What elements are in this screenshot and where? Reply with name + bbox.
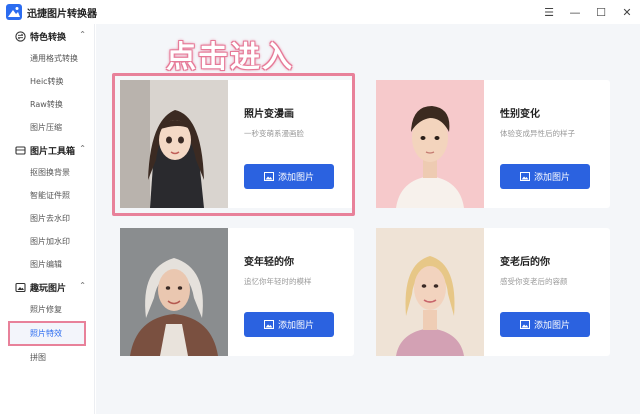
older-woman-portrait-image bbox=[120, 228, 228, 356]
image-icon bbox=[263, 320, 274, 329]
male-portrait-image bbox=[376, 80, 484, 208]
image-icon bbox=[14, 281, 26, 293]
add-image-button[interactable]: 添加图片 bbox=[244, 312, 334, 337]
card-gender[interactable]: 性别变化 体验变成异性后的样子 添加图片 bbox=[376, 80, 610, 208]
add-image-label: 添加图片 bbox=[533, 173, 570, 183]
annotation-hint: 点击进入 bbox=[166, 40, 294, 75]
card-older[interactable]: 变老后的你 感受你变老后的容颜 添加图片 bbox=[376, 228, 610, 356]
card-title: 变年轻的你 bbox=[244, 257, 294, 268]
sidebar-item-collage[interactable]: 拼图 bbox=[0, 346, 94, 369]
main-content: 点击进入 照片变漫画 一秒变萌系漫画脸 添加图片 性别变化 体验变成异性后的样子… bbox=[96, 24, 640, 414]
sidebar-group-fun[interactable]: 趣玩图片 ⌃ bbox=[0, 276, 94, 298]
sidebar-group-special[interactable]: 特色转换 ⌃ bbox=[0, 25, 94, 47]
card-desc: 追忆你年轻时的模样 bbox=[244, 277, 312, 286]
close-button[interactable]: ✕ bbox=[614, 0, 640, 24]
app-logo-icon bbox=[6, 4, 22, 20]
sidebar-group-label: 图片工具箱 bbox=[30, 146, 76, 157]
image-icon bbox=[519, 172, 530, 181]
sidebar-item-format[interactable]: 通用格式转换 bbox=[0, 47, 94, 70]
card-desc: 体验变成异性后的样子 bbox=[500, 129, 575, 138]
add-image-button[interactable]: 添加图片 bbox=[500, 312, 590, 337]
card-desc: 感受你变老后的容颜 bbox=[500, 277, 568, 286]
maximize-button[interactable]: ☐ bbox=[588, 0, 614, 24]
sidebar-item-restore[interactable]: 照片修复 bbox=[0, 298, 94, 321]
title-bar: 迅捷图片转换器 ☰ — ☐ ✕ bbox=[0, 0, 640, 24]
card-title: 性别变化 bbox=[500, 109, 540, 120]
sidebar-item-id-photo[interactable]: 智能证件照 bbox=[0, 184, 94, 207]
chevron-up-icon: ⌃ bbox=[79, 144, 86, 153]
sidebar-group-label: 趣玩图片 bbox=[30, 283, 67, 294]
sidebar-item-edit[interactable]: 图片编辑 bbox=[0, 253, 94, 276]
sidebar-item-add-watermark[interactable]: 图片加水印 bbox=[0, 230, 94, 253]
add-image-label: 添加图片 bbox=[277, 321, 314, 331]
sidebar-item-compress[interactable]: 图片压缩 bbox=[0, 116, 94, 139]
add-image-button[interactable]: 添加图片 bbox=[500, 164, 590, 189]
app-title: 迅捷图片转换器 bbox=[27, 8, 97, 20]
young-woman-portrait-image bbox=[376, 228, 484, 356]
card-younger[interactable]: 变年轻的你 追忆你年轻时的模样 添加图片 bbox=[120, 228, 354, 356]
menu-icon[interactable]: ☰ bbox=[536, 0, 562, 24]
sidebar: 特色转换 ⌃ 通用格式转换 Heic转换 Raw转换 图片压缩 图片工具箱 ⌃ … bbox=[0, 24, 95, 414]
toolbox-icon bbox=[14, 144, 26, 156]
sidebar-item-effects[interactable]: 照片特效 bbox=[8, 321, 86, 346]
annotation-highlight-box bbox=[112, 73, 355, 216]
chevron-up-icon: ⌃ bbox=[79, 281, 86, 290]
chevron-up-icon: ⌃ bbox=[79, 30, 86, 39]
sidebar-item-raw[interactable]: Raw转换 bbox=[0, 93, 94, 116]
image-icon bbox=[519, 320, 530, 329]
add-image-label: 添加图片 bbox=[533, 321, 570, 331]
swap-icon bbox=[14, 30, 26, 42]
sidebar-group-toolbox[interactable]: 图片工具箱 ⌃ bbox=[0, 139, 94, 161]
sidebar-group-label: 特色转换 bbox=[30, 32, 67, 43]
minimize-button[interactable]: — bbox=[562, 0, 588, 24]
card-title: 变老后的你 bbox=[500, 257, 550, 268]
sidebar-item-remove-watermark[interactable]: 图片去水印 bbox=[0, 207, 94, 230]
sidebar-item-cutout[interactable]: 抠图换背景 bbox=[0, 161, 94, 184]
sidebar-item-heic[interactable]: Heic转换 bbox=[0, 70, 94, 93]
